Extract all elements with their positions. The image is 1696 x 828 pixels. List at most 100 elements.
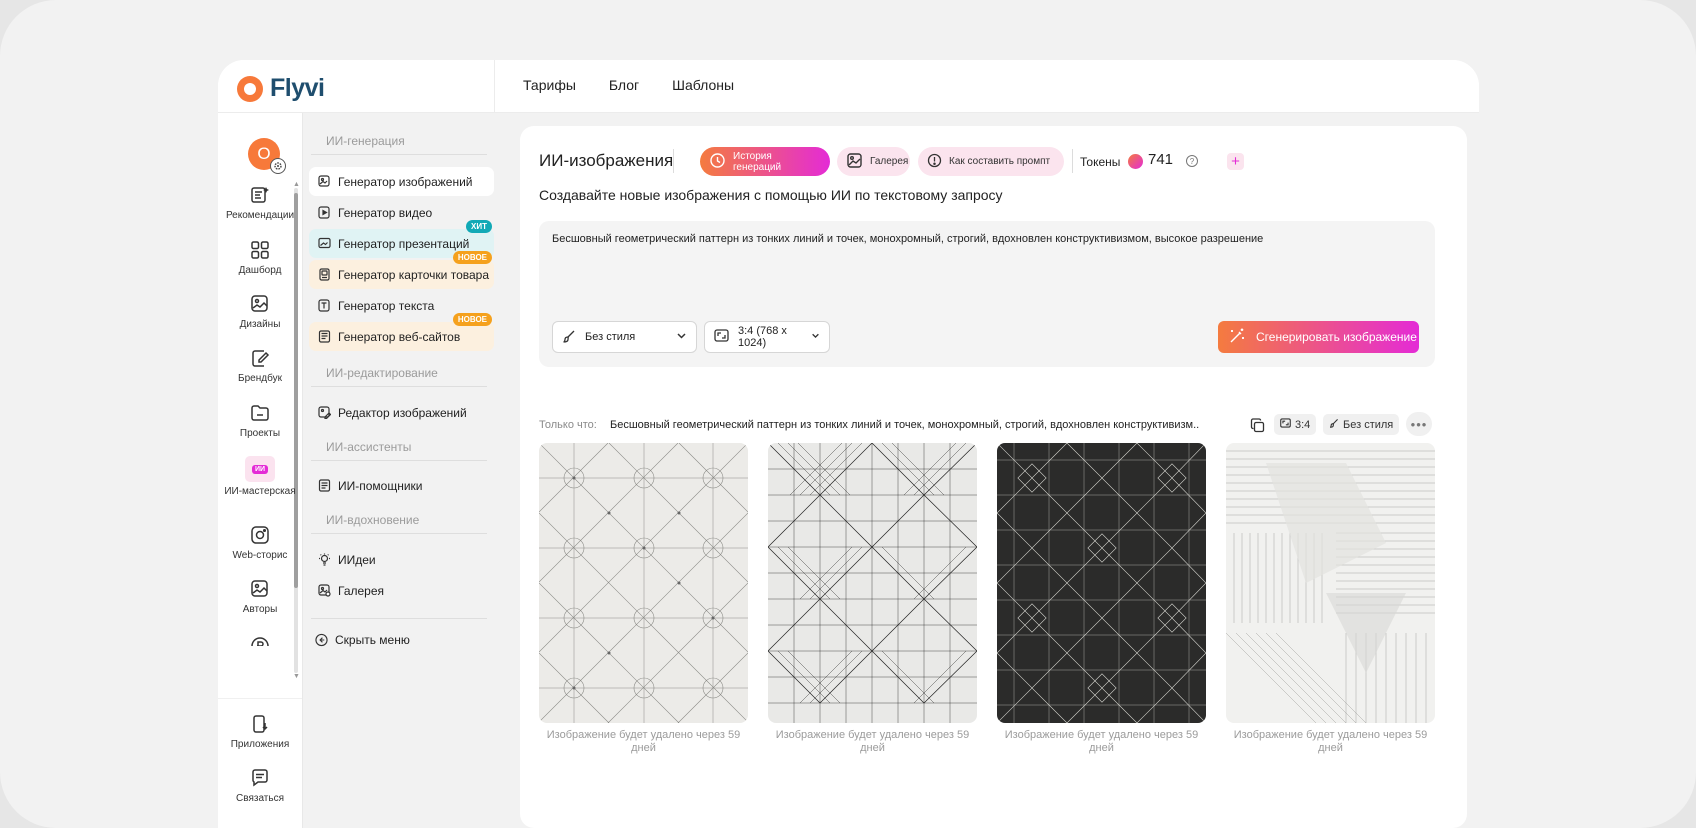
style-chip: Без стиля (1323, 414, 1400, 435)
menu-section-title: ИИ-ассистенты (326, 440, 412, 454)
logo-mark-icon (237, 75, 263, 102)
magic-wand-icon (1228, 327, 1246, 348)
workspace: O ▲ ▼ Рекомендации Дашборд Дизайны Бренд (218, 113, 1479, 828)
rail-item-apps[interactable]: Приложения (218, 713, 302, 750)
more-options-button[interactable]: ••• (1406, 412, 1432, 436)
prompt-help-button[interactable]: Как составить промпт (918, 147, 1064, 176)
menu-item-ideas[interactable]: ИИдеи (309, 545, 494, 574)
nav-link-blog[interactable]: Блог (609, 77, 639, 93)
arrow-left-circle-icon (315, 633, 328, 646)
generate-label: Сгенерировать изображение (1256, 330, 1417, 344)
menu-item-label: ИИдеи (338, 552, 376, 567)
rail-scroll-down-icon[interactable]: ▼ (293, 673, 300, 680)
image-edit-icon (318, 406, 331, 419)
menu-item-image-generator[interactable]: Генератор изображений (309, 167, 494, 196)
rail-item-projects[interactable]: Проекты (218, 402, 302, 439)
rail-item-ai-workshop[interactable]: ИИ ИИ-мастерская (218, 456, 302, 497)
top-bar: Flyvi Тарифы Блог Шаблоны (218, 60, 1479, 113)
rail-label: Дизайны (239, 319, 281, 330)
pattern-dark (997, 443, 1206, 723)
hide-menu-button[interactable]: Скрыть меню (306, 625, 491, 654)
history-button[interactable]: История генераций (700, 147, 830, 176)
gallery-icon (318, 584, 331, 597)
dashboard-icon (249, 239, 271, 261)
add-tokens-button[interactable]: + (1227, 153, 1244, 170)
rail-label: Брендбук (238, 373, 282, 384)
presentation-icon (318, 237, 331, 250)
ratio-chip: 3:4 (1274, 414, 1317, 435)
generated-image-2[interactable] (768, 443, 977, 723)
website-icon (318, 330, 331, 343)
ratio-chip-label: 3:4 (1295, 418, 1311, 431)
rail-item-dashboard[interactable]: Дашборд (218, 239, 302, 276)
aspect-ratio-icon (1280, 418, 1291, 431)
just-now-prompt: Бесшовный геометрический паттерн из тонк… (610, 419, 1200, 431)
rail-item-designs[interactable]: Дизайны (218, 293, 302, 330)
page-title: ИИ-изображения (539, 151, 674, 170)
just-now-label: Только что: (539, 419, 597, 431)
lightbulb-icon (318, 553, 331, 566)
menu-section-title: ИИ-генерация (326, 134, 405, 148)
prompt-input[interactable]: Бесшовный геометрический паттерн из тонк… (552, 233, 1412, 245)
menu-item-label: Генератор веб-сайтов (338, 329, 461, 344)
rail-item-contact[interactable]: Связаться (218, 767, 302, 804)
rail-item-recommendations[interactable]: Рекомендации (218, 184, 302, 221)
currency-icon (250, 636, 270, 646)
side-menu: ИИ-генерация Генератор изображений Генер… (303, 113, 494, 828)
rail-item-authors[interactable]: Авторы (218, 578, 302, 615)
help-icon[interactable]: ? (1186, 155, 1198, 167)
copy-icon[interactable] (1249, 417, 1265, 433)
image-expiry-caption: Изображение будет удалено через 59 дней (1004, 729, 1199, 754)
menu-section-title: ИИ-редактирование (326, 366, 438, 380)
prompt-box: Бесшовный геометрический паттерн из тонк… (539, 221, 1435, 367)
prompt-help-label: Как составить промпт (949, 156, 1051, 167)
brush-icon (1329, 418, 1339, 431)
product-card-icon (318, 268, 331, 281)
gallery-button[interactable]: Галерея (837, 147, 910, 176)
logo[interactable]: Flyvi (237, 74, 325, 103)
brandbook-icon (249, 347, 271, 369)
page-subtitle: Создавайте новые изображения с помощью И… (539, 187, 1003, 203)
top-nav: Тарифы Блог Шаблоны (523, 77, 734, 93)
assistant-icon (318, 479, 331, 492)
rail-item-brandbook[interactable]: Брендбук (218, 347, 302, 384)
menu-item-image-editor[interactable]: Редактор изображений (309, 398, 494, 427)
rail-item-web-stories[interactable]: Web-сторис (218, 524, 302, 561)
hit-badge: ХИТ (466, 220, 492, 233)
nav-link-templates[interactable]: Шаблоны (672, 77, 734, 93)
menu-item-ai-assistants[interactable]: ИИ-помощники (309, 471, 494, 500)
gear-icon[interactable] (270, 158, 286, 174)
rail-label: Связаться (236, 793, 284, 804)
rail-label: Рекомендации (225, 210, 295, 221)
tokens-balance: 741 (1148, 151, 1174, 168)
menu-item-website-generator[interactable]: Генератор веб-сайтов НОВОЕ (309, 313, 494, 351)
ratio-select-value: 3:4 (768 x 1024) (738, 325, 787, 349)
generated-image-3[interactable] (997, 443, 1206, 723)
hide-menu-label: Скрыть меню (335, 632, 410, 647)
menu-section-title: ИИ-вдохновение (326, 513, 420, 527)
recommendations-icon (249, 184, 271, 206)
menu-divider (311, 618, 487, 619)
generated-image-1[interactable] (539, 443, 748, 723)
designs-icon (249, 293, 271, 315)
rail-label: Проекты (239, 428, 281, 439)
ratio-select[interactable]: 3:4 (768 x 1024) (704, 321, 830, 353)
menu-item-label: Генератор карточки товара (338, 267, 490, 282)
chevron-down-icon (811, 331, 820, 343)
menu-item-gallery[interactable]: Галерея (309, 576, 494, 605)
menu-item-label: ИИ-помощники (338, 478, 423, 493)
title-separator (673, 149, 674, 173)
generated-image-4[interactable] (1226, 443, 1435, 723)
chevron-down-icon (676, 330, 687, 344)
rail-label: Приложения (230, 739, 290, 750)
app-window: Flyvi Тарифы Блог Шаблоны O ▲ ▼ Рекоменд… (218, 60, 1479, 828)
aspect-ratio-icon (714, 329, 729, 345)
nav-link-pricing[interactable]: Тарифы (523, 77, 576, 93)
generate-image-button[interactable]: Сгенерировать изображение (1218, 321, 1419, 353)
pattern-light-grid (539, 443, 748, 723)
new-badge: НОВОЕ (452, 251, 492, 264)
menu-divider (311, 533, 487, 534)
menu-item-label: Генератор текста (338, 298, 435, 313)
style-select[interactable]: Без стиля (552, 321, 697, 353)
menu-item-product-card-generator[interactable]: Генератор карточки товара НОВОЕ (309, 251, 494, 289)
